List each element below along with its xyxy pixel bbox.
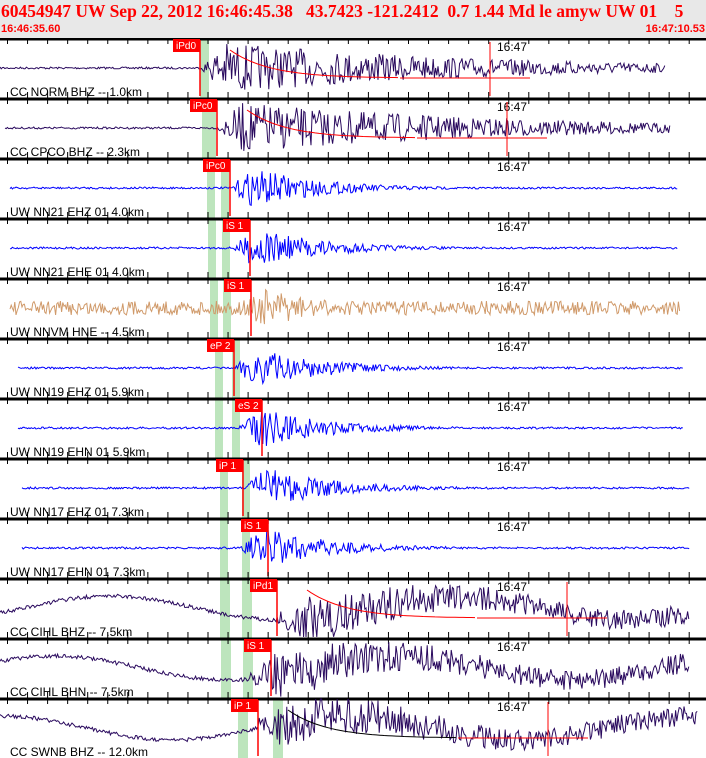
pick-label[interactable]: iPc0	[206, 161, 226, 172]
minute-label: 16:47	[497, 640, 527, 654]
trace-panel[interactable]: 16:47 iS 1 UW NN17 EHN 01 7.3km	[0, 512, 706, 579]
coda-curve	[246, 109, 416, 139]
station-label: UW NNVM HNE -- 4.5km	[10, 325, 145, 339]
pick-label[interactable]: iS 1	[226, 221, 244, 232]
trace-panel[interactable]: 16:47 iS 1 UW NN21 EHE 01 4.0km	[0, 212, 706, 279]
trace-panel[interactable]: 16:47 eS 2 UW NN19 EHN 01 5.9km	[0, 392, 706, 459]
pick-label[interactable]: iPc0	[193, 101, 213, 112]
station-label: UW NN21 EHE 01 4.0km	[10, 265, 145, 279]
waveform	[9, 288, 681, 325]
minute-label: 16:47	[497, 340, 527, 354]
pick-label[interactable]: iS 1	[247, 641, 265, 652]
station-label: CC CPCO BHZ -- 2.3km	[10, 145, 140, 159]
waveform	[9, 171, 678, 207]
station-label: UW NN19 EHZ 01 5.9km	[10, 385, 144, 399]
minute-label: 16:47	[497, 520, 527, 534]
station-label: CC SWNB BHZ -- 12.0km	[10, 745, 148, 758]
start-time: 16:46:35.60	[1, 23, 61, 35]
minute-label: 16:47	[497, 700, 527, 714]
phase-window	[220, 518, 228, 578]
waveform	[0, 44, 666, 90]
trace-panel[interactable]: 16:47 iS 1 CC CIHL BHN -- 7.5km	[0, 632, 706, 699]
minute-label: 16:47	[497, 400, 527, 414]
trace-panel[interactable]: 16:47 iP 1 CC SWNB BHZ -- 12.0km	[0, 692, 706, 758]
seismogram-panels[interactable]: 16:47 iPd0 CC NORM BHZ -- 1.0km 16:47 iPc0 CC…	[0, 38, 706, 758]
minute-label: 16:47	[497, 220, 527, 234]
trace-panel[interactable]: 16:47 iPd1 CC CIHL BHZ -- 7.5km	[0, 572, 706, 639]
phase-window	[220, 578, 230, 638]
waveform	[0, 698, 698, 752]
minute-label: 16:47	[497, 100, 527, 114]
pick-label[interactable]: iP 1	[219, 461, 236, 472]
pick-label[interactable]: iPd1	[253, 581, 273, 592]
end-time: 16:47:10.53	[645, 23, 705, 35]
station-label: UW NN17 EHN 01 7.3km	[10, 565, 145, 579]
trace-panel[interactable]: 16:47 iPc0 CC CPCO BHZ -- 2.3km	[0, 92, 706, 159]
station-label: CC CIHL BHZ -- 7.5km	[10, 625, 132, 639]
station-label: CC CIHL BHN -- 7.5km	[10, 685, 134, 699]
pick-label[interactable]: iS 1	[227, 281, 245, 292]
station-label: UW NN21 EHZ 01 4.0km	[10, 205, 144, 219]
minute-label: 16:47	[497, 460, 527, 474]
trace-panel[interactable]: 16:47 iS 1 UW NNVM HNE -- 4.5km	[0, 272, 706, 339]
event-title: 60454947 UW Sep 22, 2012 16:46:45.38 43.…	[1, 1, 684, 21]
station-label: UW NN17 EHZ 01 7.3km	[10, 505, 144, 519]
trace-panel[interactable]: 16:47 eP 2 UW NN19 EHZ 01 5.9km	[0, 332, 706, 399]
pick-label[interactable]: eP 2	[210, 341, 231, 352]
trace-panel[interactable]: 16:47 iPd0 CC NORM BHZ -- 1.0km	[0, 38, 706, 99]
trace-panel[interactable]: 16:47 iPc0 UW NN21 EHZ 01 4.0km	[0, 152, 706, 219]
waveform	[21, 529, 690, 563]
minute-label: 16:47	[497, 40, 527, 54]
waveform	[17, 411, 683, 446]
pick-label[interactable]: eS 2	[238, 401, 259, 412]
minute-label: 16:47	[497, 160, 527, 174]
station-label: CC NORM BHZ -- 1.0km	[10, 85, 142, 99]
waveform	[21, 469, 690, 502]
minute-label: 16:47	[497, 280, 527, 294]
waveform	[9, 233, 678, 264]
pick-label[interactable]: iPd0	[176, 41, 196, 52]
event-header: 60454947 UW Sep 22, 2012 16:46:45.38 43.…	[0, 0, 706, 38]
pick-label[interactable]: iP 1	[234, 701, 251, 712]
phase-window	[221, 638, 231, 698]
waveform	[17, 353, 683, 386]
trace-panel[interactable]: 16:47 iP 1 UW NN17 EHZ 01 7.3km	[0, 452, 706, 519]
station-label: UW NN19 EHN 01 5.9km	[10, 445, 145, 459]
minute-label: 16:47	[497, 580, 527, 594]
waveform	[4, 103, 671, 151]
pick-label[interactable]: iS 1	[244, 521, 262, 532]
